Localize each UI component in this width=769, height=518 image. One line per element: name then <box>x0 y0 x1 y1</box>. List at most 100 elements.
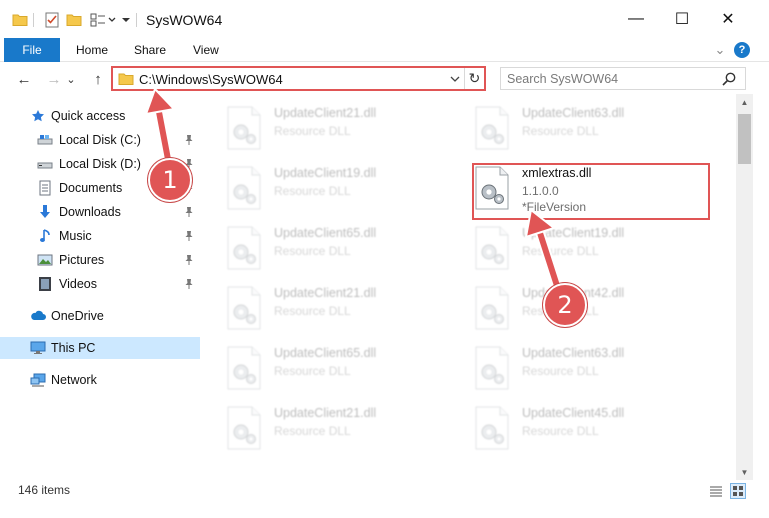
recent-locations-button[interactable]: ⌄ <box>64 69 78 89</box>
refresh-button[interactable]: ↻ <box>464 68 484 89</box>
pictures-icon <box>37 252 53 268</box>
nav-item-label: Music <box>59 229 92 243</box>
file-name: UpdateClient19.dll <box>274 166 377 180</box>
tab-home[interactable]: Home <box>76 43 108 57</box>
star-icon <box>30 108 46 124</box>
videos-icon <box>37 276 53 292</box>
file-explorer-window: SysWOW64 — ☐ ✕ File Home Share View ⌄ ? … <box>0 0 769 518</box>
pin-icon[interactable] <box>184 278 194 290</box>
download-icon <box>37 204 53 220</box>
pin-icon[interactable] <box>184 134 194 146</box>
new-folder-icon[interactable] <box>64 10 84 30</box>
dll-file-icon <box>226 166 262 210</box>
folder-icon <box>10 10 30 30</box>
nav-item-downloads[interactable]: Downloads <box>0 201 200 223</box>
up-button[interactable]: ↑ <box>88 69 108 89</box>
file-type: Resource DLL <box>274 184 351 198</box>
cloud-icon <box>30 308 46 324</box>
file-name: UpdateClient21.dll <box>274 286 377 300</box>
nav-item-label: Videos <box>59 277 97 291</box>
file-item[interactable]: UpdateClient63.dll Resource DLL <box>450 338 680 392</box>
ribbon-expand-icon[interactable]: ⌄ <box>712 42 728 58</box>
close-button[interactable]: ✕ <box>705 0 751 38</box>
pin-icon[interactable] <box>184 230 194 242</box>
details-view-icon[interactable] <box>708 483 724 499</box>
nav-item-this-pc[interactable]: This PC <box>0 337 200 359</box>
search-box[interactable] <box>500 67 746 90</box>
nav-item-quick-access[interactable]: Quick access <box>0 105 200 127</box>
forward-button[interactable]: → <box>44 69 64 89</box>
address-path[interactable]: C:\Windows\SysWOW64 <box>139 72 283 87</box>
nav-item-label: Local Disk (D:) <box>59 157 141 171</box>
window-title: SysWOW64 <box>146 12 223 28</box>
music-icon <box>37 228 53 244</box>
file-item[interactable]: UpdateClient21.dll Resource DLL <box>202 98 432 152</box>
scroll-up-arrow-icon[interactable]: ▲ <box>736 94 753 110</box>
nav-item-pictures[interactable]: Pictures <box>0 249 200 271</box>
help-icon[interactable]: ? <box>734 42 750 58</box>
item-count: 146 items <box>18 483 71 497</box>
customize-toolbar-chevron-icon[interactable] <box>106 10 118 30</box>
dropdown-arrow-icon[interactable] <box>120 10 132 30</box>
folder-icon <box>118 72 134 89</box>
dll-file-icon <box>226 406 262 450</box>
file-item[interactable]: UpdateClient65.dll Resource DLL <box>202 218 432 272</box>
step-1-callout: 1 <box>148 158 192 202</box>
address-history-chevron-icon[interactable] <box>447 71 463 87</box>
file-item[interactable]: UpdateClient21.dll Resource DLL <box>202 398 432 452</box>
tab-file[interactable]: File <box>4 38 60 62</box>
properties-list-icon[interactable] <box>88 10 108 30</box>
file-name: UpdateClient45.dll <box>522 406 625 420</box>
highlight-box <box>472 163 710 220</box>
dll-file-icon <box>474 406 510 450</box>
search-input[interactable] <box>507 71 707 87</box>
file-type: Resource DLL <box>274 244 351 258</box>
file-item[interactable]: UpdateClient21.dll Resource DLL <box>202 278 432 332</box>
tab-share[interactable]: Share <box>134 43 166 57</box>
nav-item-label: Local Disk (C:) <box>59 133 141 147</box>
nav-item-label: OneDrive <box>51 309 104 323</box>
dll-file-icon <box>226 106 262 150</box>
title-divider <box>136 13 137 27</box>
qa-divider <box>33 13 34 27</box>
file-item[interactable]: UpdateClient19.dll Resource DLL <box>202 158 432 212</box>
file-item[interactable]: UpdateClient45.dll Resource DLL <box>450 398 680 452</box>
nav-item-label: This PC <box>51 341 96 355</box>
nav-item-music[interactable]: Music <box>0 225 200 247</box>
nav-item-local-disk-c[interactable]: Local Disk (C:) <box>0 129 200 151</box>
nav-item-label: Pictures <box>59 253 105 267</box>
file-type: Resource DLL <box>274 304 351 318</box>
nav-item-onedrive[interactable]: OneDrive <box>0 305 200 327</box>
file-type: Resource DLL <box>522 364 599 378</box>
pin-icon[interactable] <box>184 254 194 266</box>
nav-item-network[interactable]: Network <box>0 369 200 391</box>
navigation-pane: Quick access Local Disk (C:) Local Disk … <box>0 98 200 474</box>
file-item[interactable]: UpdateClient63.dll Resource DLL <box>450 98 680 152</box>
minimize-button[interactable]: — <box>613 0 659 38</box>
nav-item-videos[interactable]: Videos <box>0 273 200 295</box>
scroll-down-arrow-icon[interactable]: ▼ <box>736 464 753 480</box>
step-2-callout: 2 <box>543 283 587 327</box>
properties-icon[interactable] <box>42 10 62 30</box>
title-bar: SysWOW64 — ☐ ✕ <box>0 0 769 38</box>
address-bar[interactable]: C:\Windows\SysWOW64 ↻ <box>111 66 486 91</box>
file-type: Resource DLL <box>522 244 599 258</box>
dll-file-icon <box>474 346 510 390</box>
file-type: Resource DLL <box>522 424 599 438</box>
pin-icon[interactable] <box>184 206 194 218</box>
dll-file-icon <box>226 286 262 330</box>
maximize-button[interactable]: ☐ <box>659 0 705 38</box>
search-icon[interactable] <box>721 71 737 87</box>
dll-file-icon <box>226 226 262 270</box>
large-icons-view-icon[interactable] <box>730 483 746 499</box>
vertical-scrollbar[interactable]: ▲ ▼ <box>736 94 753 480</box>
network-icon <box>30 372 46 388</box>
file-name: UpdateClient19.dll <box>522 226 625 240</box>
status-bar: 146 items <box>0 480 769 502</box>
tab-view[interactable]: View <box>193 43 219 57</box>
file-name: UpdateClient21.dll <box>274 106 377 120</box>
file-item[interactable]: UpdateClient19.dll Resource DLL <box>450 218 680 272</box>
back-button[interactable]: ← <box>14 69 34 89</box>
file-item[interactable]: UpdateClient65.dll Resource DLL <box>202 338 432 392</box>
scroll-thumb[interactable] <box>738 114 751 164</box>
